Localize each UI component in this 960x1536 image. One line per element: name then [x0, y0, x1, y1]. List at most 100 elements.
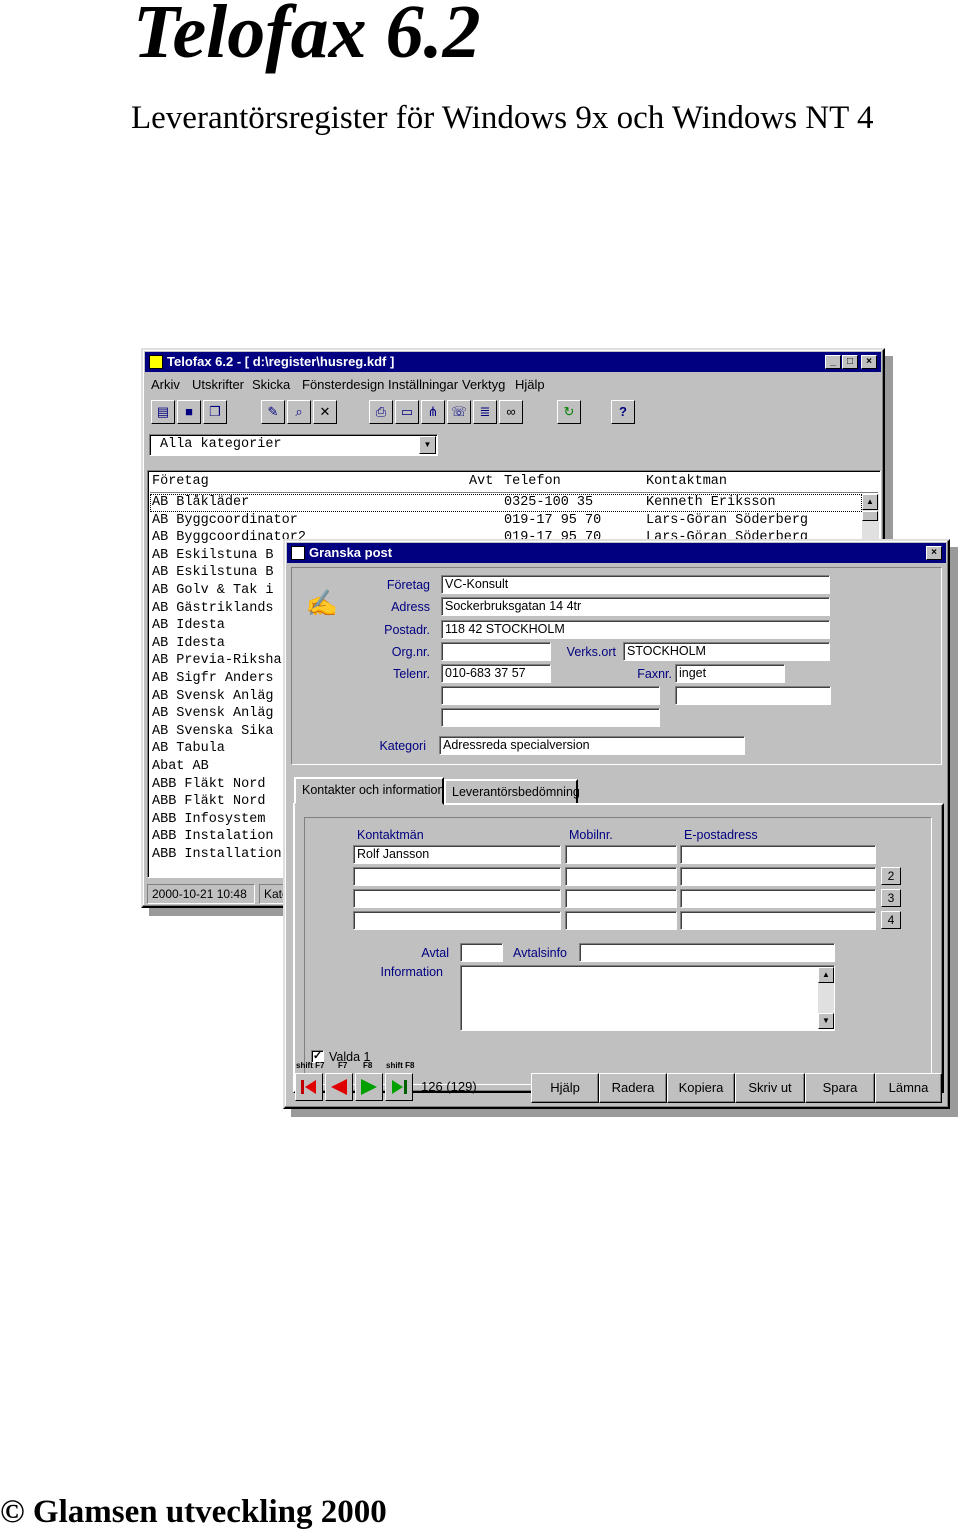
menu-skicka[interactable]: Skicka [252, 376, 290, 394]
agreement-label: Avtal [421, 946, 449, 960]
nav-buttons [295, 1073, 415, 1103]
row-company: AB Golv & Tak i [152, 583, 274, 598]
row-company: AB Tabula [152, 741, 225, 757]
contact-email-field[interactable] [680, 867, 876, 886]
scroll-up-icon[interactable]: ▲ [862, 494, 878, 510]
verksort-field[interactable]: STOCKHOLM [623, 642, 830, 661]
last-record-icon[interactable] [385, 1073, 413, 1101]
fax-field[interactable]: inget [675, 664, 785, 683]
print-icon[interactable]: ⎙ [369, 400, 393, 424]
scroll-up-icon[interactable]: ▲ [818, 967, 834, 983]
orgnr-field[interactable] [441, 642, 551, 661]
sort-icon[interactable]: ≣ [473, 400, 497, 424]
table-row[interactable]: AB Blåkläder 0325-100 35 Kenneth Eriksso… [150, 494, 862, 512]
delete-button[interactable]: Radera [599, 1073, 667, 1103]
tab-contacts-information[interactable]: Kontakter och information [294, 777, 444, 805]
print-button[interactable]: Skriv ut [735, 1073, 805, 1103]
company-label: Företag [386, 578, 430, 592]
menu-verktyg[interactable]: Verktyg [462, 376, 505, 394]
contact-mobile-field[interactable] [565, 845, 677, 864]
close-icon[interactable]: × [861, 355, 877, 369]
information-textarea[interactable] [460, 965, 835, 1031]
col-header-avt[interactable]: Avt [469, 473, 493, 491]
menu-hjalp[interactable]: Hjälp [515, 376, 545, 394]
contacts-page-3-button[interactable]: 3 [881, 889, 901, 907]
contact-mobile-field[interactable] [565, 867, 677, 886]
fkey-shift-f8: shift F8 [386, 1061, 415, 1070]
postal-field[interactable]: 118 42 STOCKHOLM [441, 620, 830, 639]
contact-email-field[interactable] [680, 845, 876, 864]
contacts-page-4-button[interactable]: 4 [881, 911, 901, 929]
dialog-close-icon[interactable]: × [926, 546, 942, 560]
next-record-icon[interactable] [355, 1073, 383, 1101]
contact-mobile-field[interactable] [565, 911, 677, 930]
find-binoculars-icon[interactable]: ∞ [499, 400, 523, 424]
contact-email-field[interactable] [680, 889, 876, 908]
row-company: AB Svensk Anläg [152, 688, 274, 704]
document-subtitle: Leverantörsregister för Windows 9x och W… [131, 100, 874, 136]
tab-panel: Kontaktmän Mobilnr. E-postadress Rolf Ja… [293, 803, 944, 1093]
previous-record-icon[interactable] [325, 1073, 353, 1101]
new-record-icon[interactable]: ✎ [261, 400, 285, 424]
fax-icon[interactable]: ☏ [447, 400, 471, 424]
menu-utskrifter[interactable]: Utskrifter [192, 376, 244, 394]
scroll-thumb[interactable] [862, 511, 878, 521]
row-company: AB Eskilstuna B [152, 565, 274, 581]
row-contact: Lars-Göran Söderberg [646, 512, 809, 528]
row-company: ABB Instalation [152, 829, 274, 845]
minimize-icon[interactable]: _ [825, 355, 841, 369]
contact-email-field[interactable] [680, 911, 876, 930]
address-field[interactable]: Sockerbruksgatan 14 4tr [441, 597, 830, 616]
tab-supplier-assessment[interactable]: Leverantörsbedömning [444, 779, 580, 805]
copy-button[interactable]: Kopiera [667, 1073, 735, 1103]
category-field[interactable]: Adressreda specialversion [439, 736, 745, 755]
save-icon[interactable]: ■ [177, 400, 201, 424]
contact-name-field[interactable] [353, 867, 561, 886]
row-company: AB Svenska Sika [152, 723, 274, 739]
menu-arkiv[interactable]: Arkiv [151, 376, 180, 394]
row-phone: 019-17 95 70 [504, 512, 602, 528]
category-select[interactable]: Alla kategorier ▼ [149, 434, 438, 456]
information-scrollbar[interactable]: ▲ ▼ [818, 967, 834, 1029]
address-label: Adress [391, 600, 430, 614]
card-icon[interactable]: ▭ [395, 400, 419, 424]
refresh-icon[interactable]: ↻ [557, 400, 581, 424]
company-field[interactable]: VC-Konsult [441, 575, 830, 594]
extra-field-2[interactable] [675, 686, 831, 705]
agreement-info-label: Avtalsinfo [513, 946, 567, 960]
tree-icon[interactable]: ⋔ [421, 400, 445, 424]
contact-name-field[interactable]: Rolf Jansson [353, 845, 561, 864]
preview-icon[interactable]: ⌕ [287, 400, 311, 424]
contact-name-field[interactable] [353, 911, 561, 930]
menu-installningar[interactable]: Inställningar [388, 376, 458, 394]
phone-field[interactable]: 010-683 37 57 [441, 664, 551, 683]
scroll-down-icon[interactable]: ▼ [818, 1013, 834, 1029]
save-button[interactable]: Spara [805, 1073, 875, 1103]
extra-field-1[interactable] [441, 686, 660, 705]
delete-icon[interactable]: ✕ [313, 400, 337, 424]
help-icon[interactable]: ? [611, 400, 635, 424]
table-row[interactable]: AB Byggcoordinator 019-17 95 70 Lars-Gör… [150, 512, 862, 530]
row-company: AB Previa-Riksha [152, 653, 282, 669]
col-header-phone[interactable]: Telefon [504, 473, 561, 491]
contacts-page-2-button[interactable]: 2 [881, 867, 901, 885]
verksort-label: Verks.ort [566, 645, 616, 659]
contact-mobile-field[interactable] [565, 889, 677, 908]
orgnr-label: Org.nr. [391, 645, 430, 659]
copy-icon[interactable]: ❐ [203, 400, 227, 424]
exit-button[interactable]: Lämna [875, 1073, 942, 1103]
row-company: AB Eskilstuna B [152, 547, 274, 563]
col-header-contact[interactable]: Kontaktman [646, 473, 727, 491]
maximize-icon[interactable]: □ [842, 355, 858, 369]
email-header: E-postadress [684, 828, 758, 842]
col-header-company[interactable]: Företag [152, 473, 209, 491]
chevron-down-icon[interactable]: ▼ [419, 436, 436, 454]
open-icon[interactable]: ▤ [151, 400, 175, 424]
contact-name-field[interactable] [353, 889, 561, 908]
extra-field-3[interactable] [441, 708, 660, 727]
menu-fonsterdesign[interactable]: Fönsterdesign [302, 376, 384, 394]
agreement-info-field[interactable] [579, 943, 835, 962]
document-footer: © Glamsen utveckling 2000 [0, 1494, 387, 1530]
help-button[interactable]: Hjälp [531, 1073, 599, 1103]
first-record-icon[interactable] [295, 1073, 323, 1101]
